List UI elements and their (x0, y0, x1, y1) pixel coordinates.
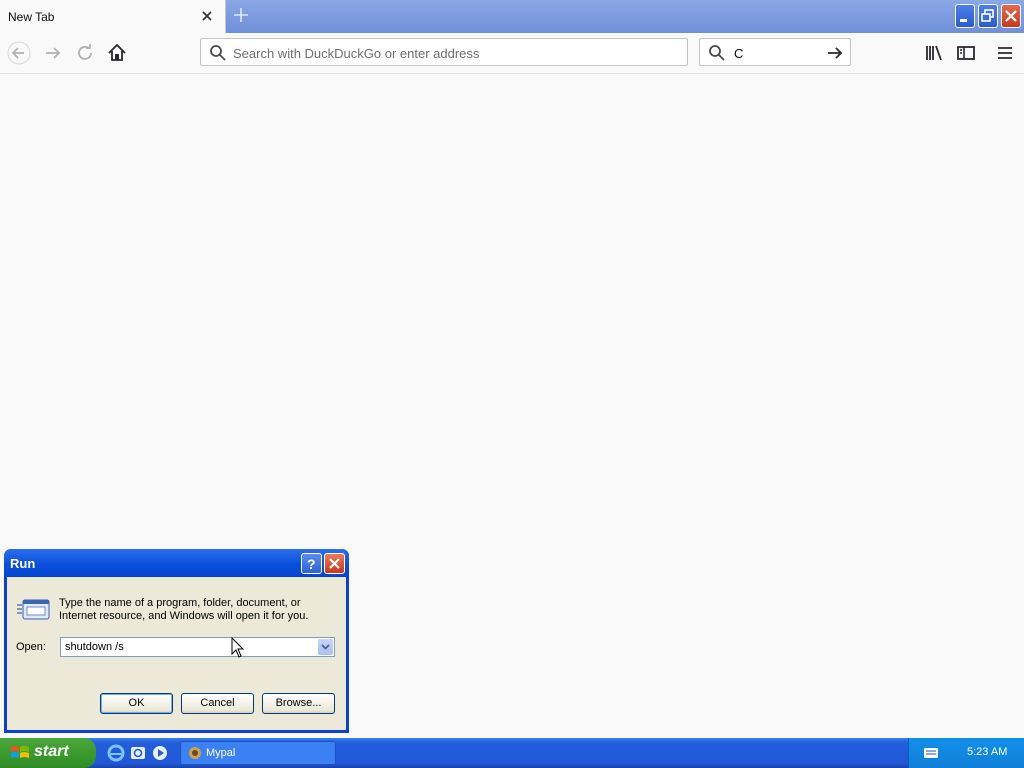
clock: 5:23 AM (967, 746, 1008, 758)
open-input-value[interactable]: shutdown /s (65, 641, 124, 653)
start-button[interactable]: start (0, 738, 96, 768)
window-close-button[interactable] (1001, 4, 1021, 28)
home-icon[interactable] (105, 41, 129, 65)
close-tab-icon[interactable] (200, 9, 214, 23)
address-bar-placeholder: Search with DuckDuckGo or enter address (233, 46, 480, 61)
forward-arrow-icon[interactable] (41, 41, 65, 65)
windows-logo-icon (11, 746, 29, 758)
run-dialog-titlebar[interactable]: Run ? (4, 549, 349, 577)
email-icon[interactable] (129, 744, 147, 762)
mouse-cursor-icon (231, 637, 245, 658)
ok-button[interactable]: OK (100, 693, 173, 714)
library-icon[interactable] (922, 41, 946, 65)
taskbar-item-label: Mypal (206, 747, 236, 759)
tab-new-tab[interactable]: New Tab (0, 0, 226, 33)
browser-titlebar: New Tab (0, 0, 1024, 33)
chevron-down-icon (321, 644, 330, 650)
mypal-app-icon (189, 747, 201, 759)
go-arrow-icon[interactable] (826, 44, 844, 62)
help-button[interactable]: ? (301, 553, 322, 574)
media-player-icon[interactable] (151, 744, 169, 762)
cancel-button[interactable]: Cancel (181, 693, 254, 714)
run-program-icon (17, 599, 50, 620)
close-icon (1005, 10, 1017, 22)
open-dropdown-button[interactable] (318, 639, 333, 655)
keyboard-icon[interactable] (923, 746, 939, 760)
minimize-icon (960, 19, 967, 22)
new-tab-plus-icon[interactable] (232, 6, 250, 24)
close-icon (329, 558, 340, 569)
reload-icon[interactable] (73, 41, 97, 65)
open-combobox[interactable]: shutdown /s (60, 637, 335, 657)
run-dialog-title: Run (10, 556, 36, 571)
system-tray: 5:23 AM (908, 738, 1024, 768)
search-icon (210, 45, 226, 61)
run-dialog: Run ? Type the name of a program, folder… (4, 549, 349, 733)
run-dialog-message: Type the name of a program, folder, docu… (59, 597, 309, 622)
search-box-value: C (734, 46, 744, 61)
open-label: Open: (16, 641, 46, 653)
run-dialog-body: Type the name of a program, folder, docu… (7, 577, 346, 730)
back-arrow-icon[interactable] (7, 41, 31, 65)
start-label: start (34, 743, 69, 760)
window-minimize-button[interactable] (955, 4, 975, 28)
address-bar[interactable]: Search with DuckDuckGo or enter address (200, 38, 688, 66)
svg-text:?: ? (307, 556, 316, 572)
search-icon (709, 45, 725, 61)
sidebar-icon[interactable] (954, 41, 978, 65)
question-mark-icon: ? (307, 556, 316, 572)
restore-icon (981, 9, 994, 22)
taskbar-item-mypal[interactable]: Mypal (180, 741, 336, 765)
browse-button[interactable]: Browse... (262, 693, 335, 714)
internet-explorer-icon[interactable] (107, 744, 125, 762)
hamburger-menu-icon[interactable] (993, 41, 1017, 65)
taskbar: start Mypal 5:23 AM (0, 738, 1024, 768)
search-box[interactable]: C (699, 38, 851, 66)
run-close-button[interactable] (324, 553, 345, 574)
navigation-toolbar: Search with DuckDuckGo or enter address … (0, 33, 1024, 74)
window-restore-button[interactable] (978, 4, 998, 28)
tab-title: New Tab (8, 10, 55, 24)
